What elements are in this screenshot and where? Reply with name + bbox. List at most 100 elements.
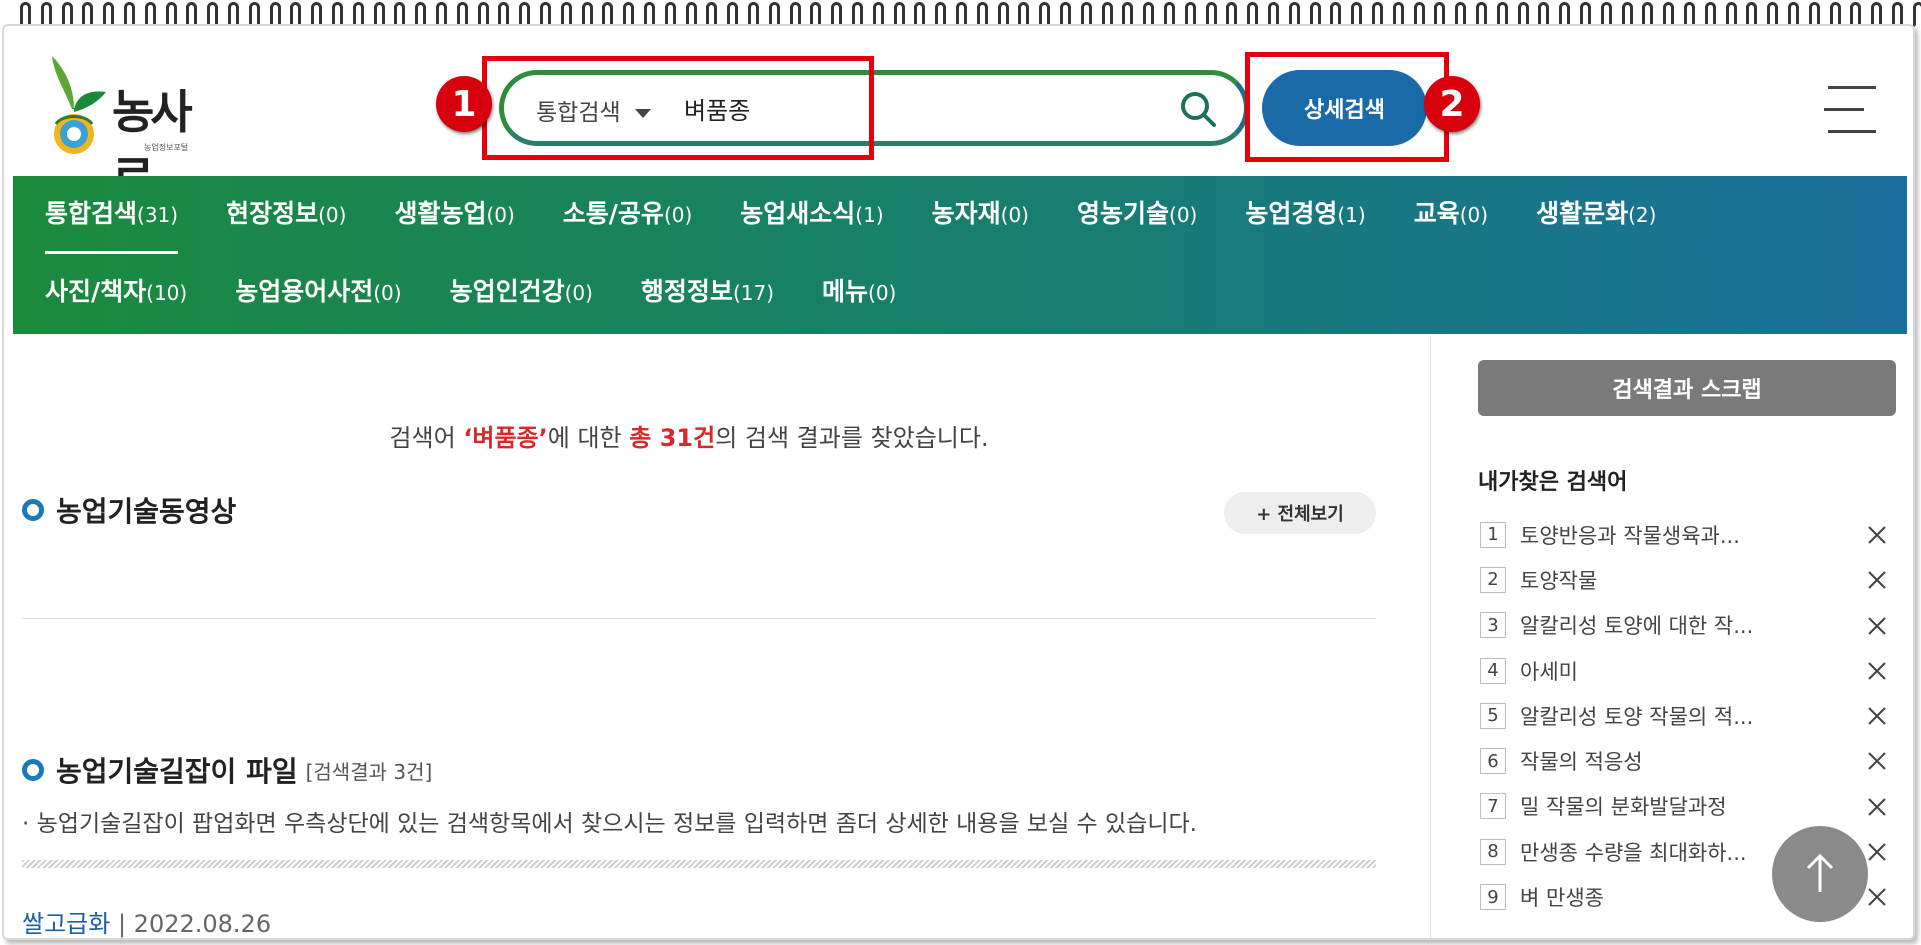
recent-search-text: 토양반응과 작물생육과... [1520, 523, 1740, 548]
nav-tab[interactable]: 농업새소식(1) [740, 194, 883, 230]
nav-tab-count: (0) [663, 203, 693, 227]
summary-prefix: 검색어 [389, 424, 464, 452]
category-nav: 통합검색(31) 현장정보(0) 생활농업(0) 소통/공유(0) 농업새소식(1) 농자… [13, 176, 1907, 334]
nav-tab-label: 농업새소식 [740, 199, 856, 228]
nav-tab-label: 생활농업 [394, 199, 487, 228]
nav-tab[interactable]: 메뉴(0) [822, 272, 896, 308]
hatch-divider [22, 860, 1376, 868]
close-icon[interactable] [1866, 660, 1888, 682]
nav-tab[interactable]: 농업인건강(0) [450, 272, 593, 308]
summary-keyword: ‘벼품종’ [463, 424, 548, 452]
recent-search-number: 4 [1480, 657, 1506, 684]
section-bullet-icon [22, 759, 44, 781]
nav-tab-count: (0) [868, 281, 897, 305]
section-title-guide: 농업기술길잡이 파일 [검색결과 3건] [22, 750, 432, 790]
annotation-box-2 [1245, 52, 1449, 162]
recent-search-item[interactable]: 5 알칼리성 토양 작물의 적... [1480, 693, 1886, 738]
nav-tab[interactable]: 농업경영(1) [1245, 194, 1365, 230]
close-icon[interactable] [1866, 705, 1888, 727]
view-all-button[interactable]: + 전체보기 [1224, 492, 1376, 534]
arrow-up-icon [1806, 853, 1834, 892]
recent-search-text: 알칼리성 토양 작물의 적... [1520, 704, 1754, 729]
nav-tab[interactable]: 행정정보(17) [641, 272, 774, 308]
result-item-link[interactable]: 쌀고급화 [22, 910, 110, 938]
nav-tab-label: 소통/공유 [562, 199, 664, 228]
nav-tab[interactable]: 통합검색(31) [45, 194, 179, 254]
nav-tab[interactable]: 생활문화(2) [1536, 194, 1656, 230]
section-result-count: [검색결과 3건] [305, 759, 433, 784]
nav-tab-label: 농업용어사전 [235, 277, 374, 306]
nav-tab[interactable]: 교육(0) [1414, 194, 1488, 230]
nav-tab[interactable]: 농자재(0) [932, 194, 1029, 230]
recent-search-text: 밀 작물의 분화발달과정 [1520, 795, 1727, 820]
nav-tab[interactable]: 생활농업(0) [394, 194, 514, 230]
close-icon[interactable] [1866, 524, 1888, 546]
header: 농사로 농업정보포털 통합검색 상세검색 1 2 [4, 26, 1913, 205]
recent-search-item[interactable]: 6 작물의 적응성 [1480, 738, 1886, 783]
guide-description: · 농업기술길잡이 팝업화면 우측상단에 있는 검색항목에서 찾으시는 정보를 … [22, 811, 1197, 837]
recent-search-number: 1 [1480, 521, 1506, 548]
sprout-logo-icon [52, 56, 106, 154]
recent-search-item[interactable]: 2 토양작물 [1480, 557, 1886, 602]
nav-tab[interactable]: 사진/책자(10) [45, 272, 187, 308]
nav-row-2: 사진/책자(10) 농업용어사전(0) 농업인건강(0) 행정정보(17) 메뉴(0) [13, 272, 912, 308]
annotation-box-1 [482, 56, 874, 160]
annotation-badge-2: 2 [1424, 76, 1480, 132]
result-summary: 검색어 ‘벼품종’에 대한 총 31건의 검색 결과를 찾았습니다. [4, 418, 1374, 453]
section-title-text: 농업기술동영상 [56, 495, 237, 528]
binding-ring [1912, 2, 1921, 28]
nav-tab-count: (2) [1628, 203, 1657, 227]
nav-tab-label: 농자재 [931, 199, 1001, 228]
nav-tab-count: (17) [732, 281, 774, 305]
recent-search-number: 6 [1480, 748, 1506, 775]
nav-tab[interactable]: 영농기술(0) [1077, 194, 1197, 230]
nav-tab-label: 행정정보 [640, 277, 733, 306]
search-results: 검색어 ‘벼품종’에 대한 총 31건의 검색 결과를 찾았습니다. 농업기술동… [4, 336, 1424, 938]
section-divider [22, 618, 1376, 619]
nav-tab[interactable]: 현장정보(0) [226, 194, 346, 230]
nav-tab-count: (0) [373, 281, 402, 305]
recent-search-item[interactable]: 4 아세미 [1480, 648, 1886, 693]
recent-search-text: 아세미 [1520, 659, 1578, 684]
sidebar-separator [1430, 336, 1431, 938]
recent-search-text: 토양작물 [1520, 568, 1598, 593]
nav-tab-count: (0) [564, 281, 593, 305]
close-icon[interactable] [1866, 569, 1888, 591]
summary-total: 총 31건 [629, 424, 716, 452]
close-icon[interactable] [1866, 750, 1888, 772]
nav-tab-label: 메뉴 [822, 277, 869, 306]
hamburger-menu-icon[interactable] [1824, 86, 1880, 134]
close-icon[interactable] [1866, 615, 1888, 637]
nav-tab-label: 농업인건강 [449, 277, 565, 306]
close-icon[interactable] [1866, 796, 1888, 818]
nav-tab-label: 현장정보 [226, 199, 319, 228]
recent-search-number: 3 [1480, 612, 1506, 639]
search-icon[interactable] [1178, 89, 1218, 129]
recent-search-item[interactable]: 7 밀 작물의 분화발달과정 [1480, 784, 1886, 829]
nav-tab-count: (0) [1169, 203, 1198, 227]
recent-search-text: 벼 만생종 [1520, 886, 1604, 911]
nav-tab-count: (10) [146, 281, 188, 305]
result-item-date: 2022.08.26 [133, 910, 272, 938]
close-icon[interactable] [1866, 886, 1888, 908]
recent-search-number: 9 [1480, 884, 1506, 911]
nav-tab-count: (0) [1459, 203, 1489, 227]
nav-tab[interactable]: 농업용어사전(0) [235, 272, 401, 308]
recent-search-item[interactable]: 3 알칼리성 토양에 대한 작... [1480, 603, 1886, 648]
close-icon[interactable] [1866, 841, 1888, 863]
nav-tab-count: (0) [486, 203, 515, 227]
annotation-badge-1: 1 [436, 76, 492, 132]
scrap-results-button[interactable]: 검색결과 스크랩 [1478, 360, 1896, 416]
scroll-top-button[interactable] [1772, 826, 1868, 922]
nav-tab[interactable]: 소통/공유(0) [563, 194, 692, 230]
recent-search-item[interactable]: 1 토양반응과 작물생육과... [1480, 512, 1886, 557]
section-title-video: 농업기술동영상 [22, 490, 236, 530]
site-logo[interactable]: 농사로 농업정보포털 [44, 54, 204, 205]
nav-tab-label: 영농기술 [1077, 199, 1170, 228]
recent-search-number: 8 [1480, 838, 1506, 865]
summary-middle: 에 대한 [547, 424, 630, 452]
recent-search-number: 5 [1480, 702, 1506, 729]
recent-search-text: 작물의 적응성 [1520, 750, 1643, 775]
summary-suffix: 의 검색 결과를 찾았습니다. [715, 424, 989, 452]
logo-subtitle: 농업정보포털 [144, 143, 189, 152]
